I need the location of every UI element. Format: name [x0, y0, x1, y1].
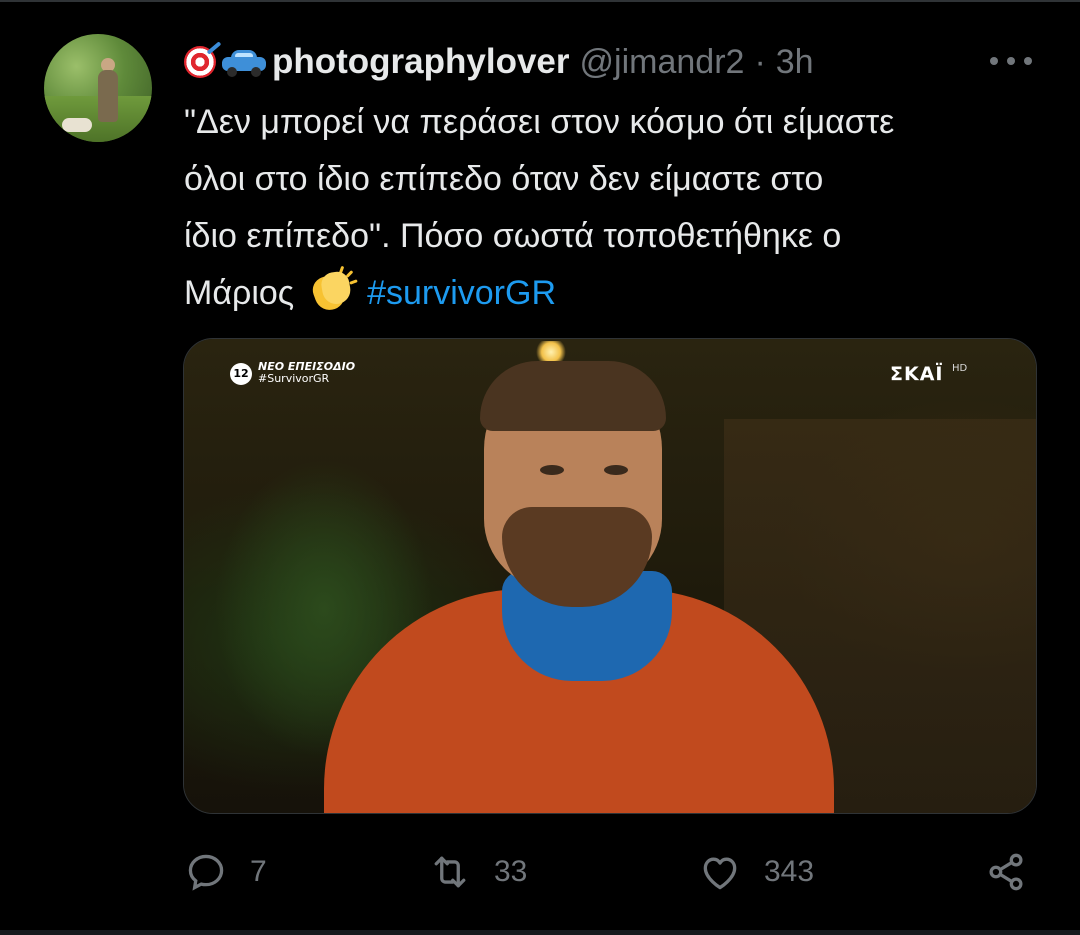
retweet-icon — [434, 856, 466, 888]
avatar-person-body — [98, 70, 118, 122]
top-divider — [0, 0, 1080, 2]
reply-button[interactable]: 7 — [184, 846, 267, 898]
avatar-dog — [62, 118, 92, 132]
action-bar: 7 33 343 — [184, 846, 1034, 898]
tweet-text-line: Μάριος — [184, 274, 295, 312]
media-person-eye — [604, 465, 628, 475]
like-count: 343 — [764, 855, 815, 888]
tweet-text-line: όλοι στο ίδιο επίπεδο όταν δεν είμαστε σ… — [184, 160, 824, 198]
direct-hit-emoji-icon — [184, 46, 216, 78]
media-person-hair — [480, 361, 666, 431]
avatar[interactable] — [44, 34, 152, 142]
tweet-text-last-line: Μάριος #survivorGR — [184, 265, 1044, 322]
tweet-timestamp[interactable]: 3h — [776, 43, 814, 82]
hashtag-link[interactable]: #survivorGR — [367, 274, 556, 312]
more-options-icon[interactable] — [990, 56, 1032, 66]
tweet-text-line: "Δεν μπορεί να περάσει στον κόσμο ότι εί… — [184, 103, 895, 141]
tweet-media-image[interactable]: 12 ΝΕΟ ΕΠΕΙΣΟΔΙΟ #SurvivorGR ΣΚΑΪ HD — [183, 338, 1037, 814]
tweet-header: photographylover @jimandr2 · 3h — [184, 38, 814, 86]
share-icon — [989, 853, 1023, 891]
author-handle[interactable]: @jimandr2 — [580, 43, 745, 82]
bottom-divider — [0, 930, 1080, 935]
retweet-button[interactable]: 33 — [428, 846, 527, 898]
channel-hd-label: HD — [952, 363, 968, 374]
reply-count: 7 — [250, 855, 267, 888]
retweet-count: 33 — [494, 855, 528, 888]
clapping-hands-emoji-icon — [308, 265, 358, 315]
like-button[interactable]: 343 — [698, 846, 814, 898]
rating-badge: 12 — [230, 363, 252, 385]
author-display-name[interactable]: photographylover — [272, 42, 570, 82]
heart-icon — [703, 857, 737, 890]
episode-overlay: ΝΕΟ ΕΠΕΙΣΟΔΙΟ #SurvivorGR — [258, 361, 355, 385]
reply-icon — [188, 854, 224, 891]
episode-overlay-hashtag: #SurvivorGR — [258, 372, 330, 385]
header-separator: · — [754, 42, 766, 81]
media-lamp — [536, 341, 566, 363]
car-emoji-icon — [222, 49, 266, 77]
tweet-text-line: ίδιο επίπεδο". Πόσο σωστά τοποθετήθηκε ο — [184, 217, 842, 255]
media-person-eye — [540, 465, 564, 475]
tweet-text: "Δεν μπορεί να περάσει στον κόσμο ότι εί… — [184, 94, 1044, 322]
share-button[interactable] — [984, 846, 1028, 898]
channel-logo: ΣΚΑΪ — [890, 363, 944, 385]
